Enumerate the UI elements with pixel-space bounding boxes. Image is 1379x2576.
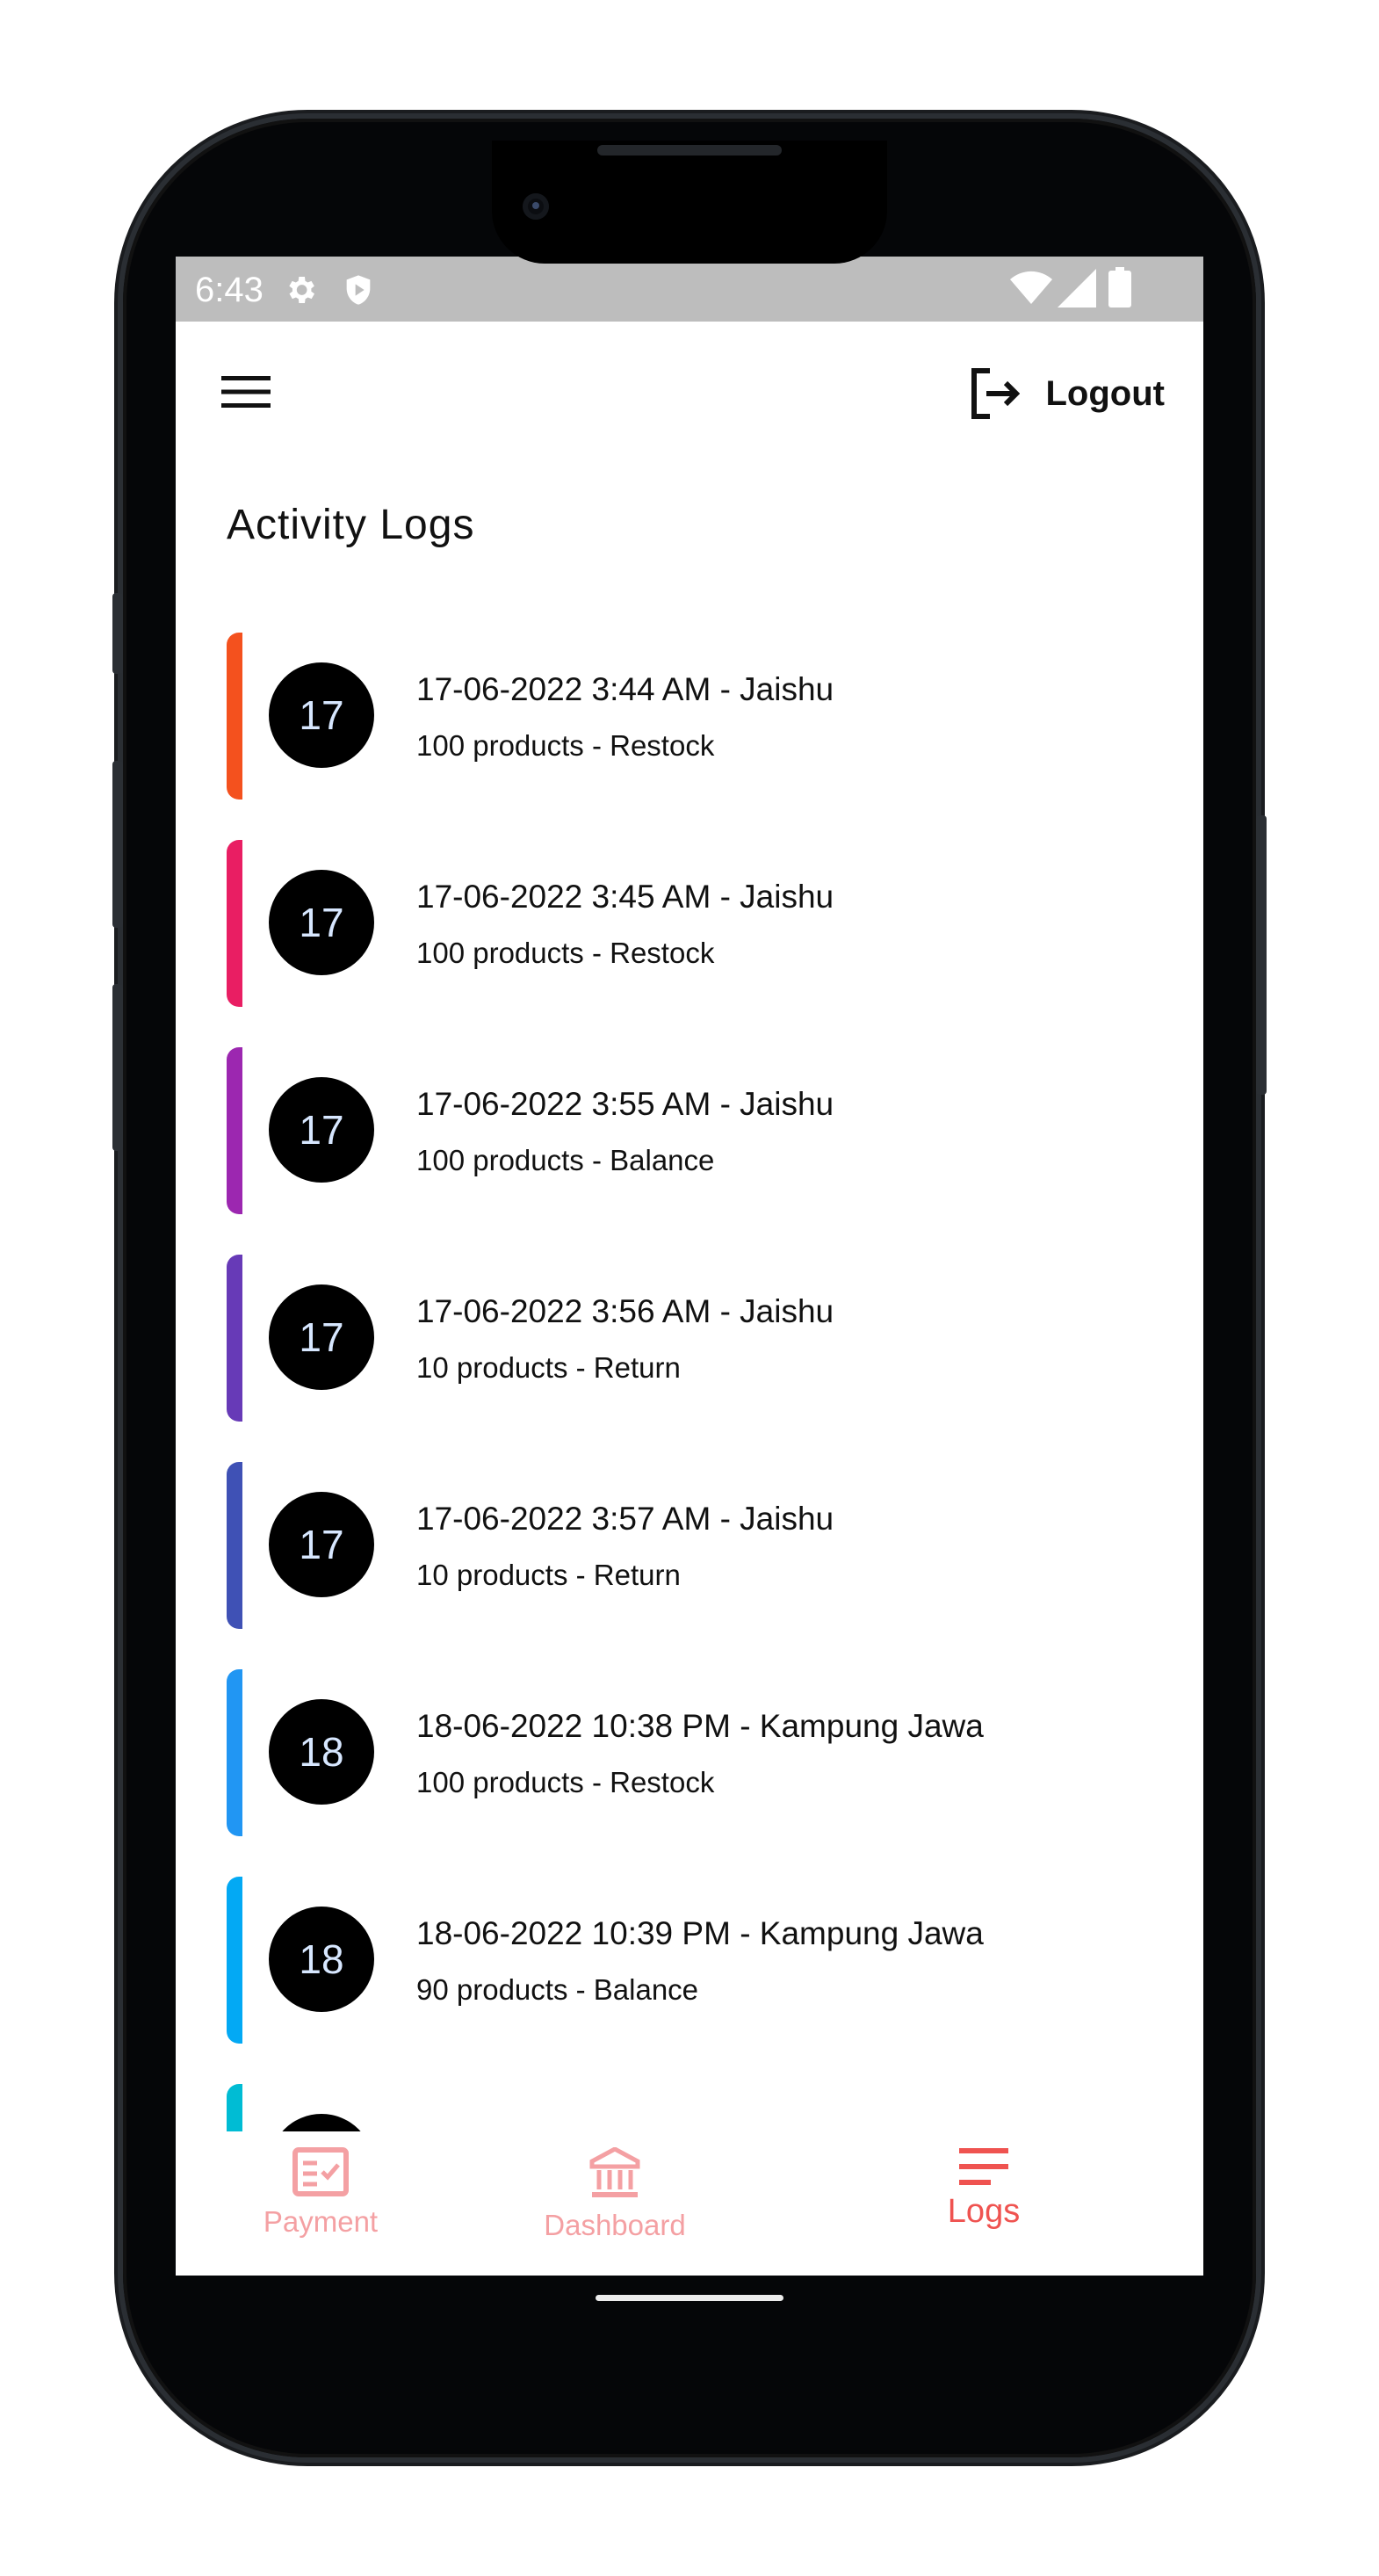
log-day-avatar: 17 <box>269 1492 374 1597</box>
log-accent-bar <box>227 1047 242 1214</box>
log-subtitle: 100 products - Restock <box>416 1766 715 1798</box>
nav-logs[interactable]: Logs <box>896 2131 1072 2276</box>
volume-button <box>112 761 123 928</box>
log-day-avatar: 18 <box>269 1907 374 2012</box>
log-accent-bar <box>227 1255 242 1422</box>
log-day-avatar: 18 <box>269 1699 374 1805</box>
log-accent-bar <box>227 1462 242 1629</box>
nav-label: Dashboard <box>544 2209 686 2241</box>
bank-icon <box>589 2147 640 2197</box>
log-day-avatar: 17 <box>269 1284 374 1390</box>
battery-icon <box>1108 267 1131 308</box>
shield-icon <box>346 275 371 305</box>
logout-button[interactable]: Logout <box>969 358 1166 429</box>
speaker-grille <box>597 145 782 156</box>
log-title: 18-06-2022 10:39 PM - Kampung Jawa <box>416 1915 984 1951</box>
camera-notch <box>492 141 887 264</box>
log-title: 18-06-2022 10:38 PM - Kampung Jawa <box>416 1708 984 1744</box>
log-item[interactable]: 17 17-06-2022 3:55 AM - Jaishu 100 product… <box>227 1047 1158 1214</box>
log-accent-bar <box>227 1669 242 1836</box>
list-icon <box>959 2148 1008 2185</box>
signal-icon <box>1058 269 1096 308</box>
log-item[interactable]: 18 18-06-2022 10:38 PM - Kampung Jawa 100 … <box>227 1669 1158 1836</box>
log-item[interactable]: 17 17-06-2022 3:45 AM - Jaishu 100 product… <box>227 840 1158 1007</box>
front-camera <box>523 193 549 220</box>
volume-button <box>112 593 123 674</box>
settings-icon <box>289 277 314 303</box>
nav-label: Payment <box>263 2205 379 2238</box>
nav-payment[interactable]: Payment <box>246 2131 395 2276</box>
page-title: Activity Logs <box>227 502 475 548</box>
bottom-navigation: Payment Dashboard Logs <box>176 2131 1203 2276</box>
log-item[interactable]: 18 18-06-2022 10:39 PM - Kampung Jawa 90 p… <box>227 1877 1158 2044</box>
log-subtitle: 90 products - Balance <box>416 1973 699 2006</box>
log-subtitle: 100 products - Restock <box>416 729 715 762</box>
hamburger-menu-icon[interactable] <box>221 374 271 409</box>
status-time: 6:43 <box>195 271 264 309</box>
home-indicator[interactable] <box>596 2295 783 2301</box>
log-title: 17-06-2022 3:44 AM - Jaishu <box>416 671 834 707</box>
log-subtitle: 100 products - Balance <box>416 1144 715 1176</box>
wifi-icon <box>1010 271 1052 304</box>
log-title: 17-06-2022 3:57 AM - Jaishu <box>416 1501 834 1537</box>
log-day-avatar: 17 <box>269 1077 374 1183</box>
power-button <box>1256 815 1267 1095</box>
logout-icon <box>971 368 1020 419</box>
status-bar: 6:43 <box>176 257 1203 322</box>
logout-label: Logout <box>1045 373 1166 413</box>
log-item[interactable]: 17 17-06-2022 3:56 AM - Jaishu 10 products… <box>227 1255 1158 1422</box>
log-day-avatar: 17 <box>269 662 374 768</box>
nav-label: Logs <box>947 2193 1021 2230</box>
log-accent-bar <box>227 840 242 1007</box>
log-title: 17-06-2022 3:56 AM - Jaishu <box>416 1293 834 1329</box>
log-item[interactable]: 17 17-06-2022 3:44 AM - Jaishu 100 product… <box>227 633 1158 800</box>
log-accent-bar <box>227 633 242 800</box>
app-bar: Logout <box>176 322 1203 471</box>
volume-button <box>112 984 123 1151</box>
log-title: 17-06-2022 3:55 AM - Jaishu <box>416 1086 834 1122</box>
nav-dashboard[interactable]: Dashboard <box>527 2131 703 2276</box>
log-accent-bar <box>227 1877 242 2044</box>
payment-icon <box>292 2147 349 2196</box>
log-title: 17-06-2022 3:45 AM - Jaishu <box>416 879 834 915</box>
log-item[interactable]: 17 17-06-2022 3:57 AM - Jaishu 10 products… <box>227 1462 1158 1629</box>
phone-screen: 6:43 Logout Activity Logs 17 17-06-2022 … <box>176 257 1203 2276</box>
log-day-avatar: 17 <box>269 870 374 975</box>
log-subtitle: 10 products - Return <box>416 1559 681 1591</box>
log-subtitle: 100 products - Restock <box>416 937 715 969</box>
log-subtitle: 10 products - Return <box>416 1351 681 1384</box>
